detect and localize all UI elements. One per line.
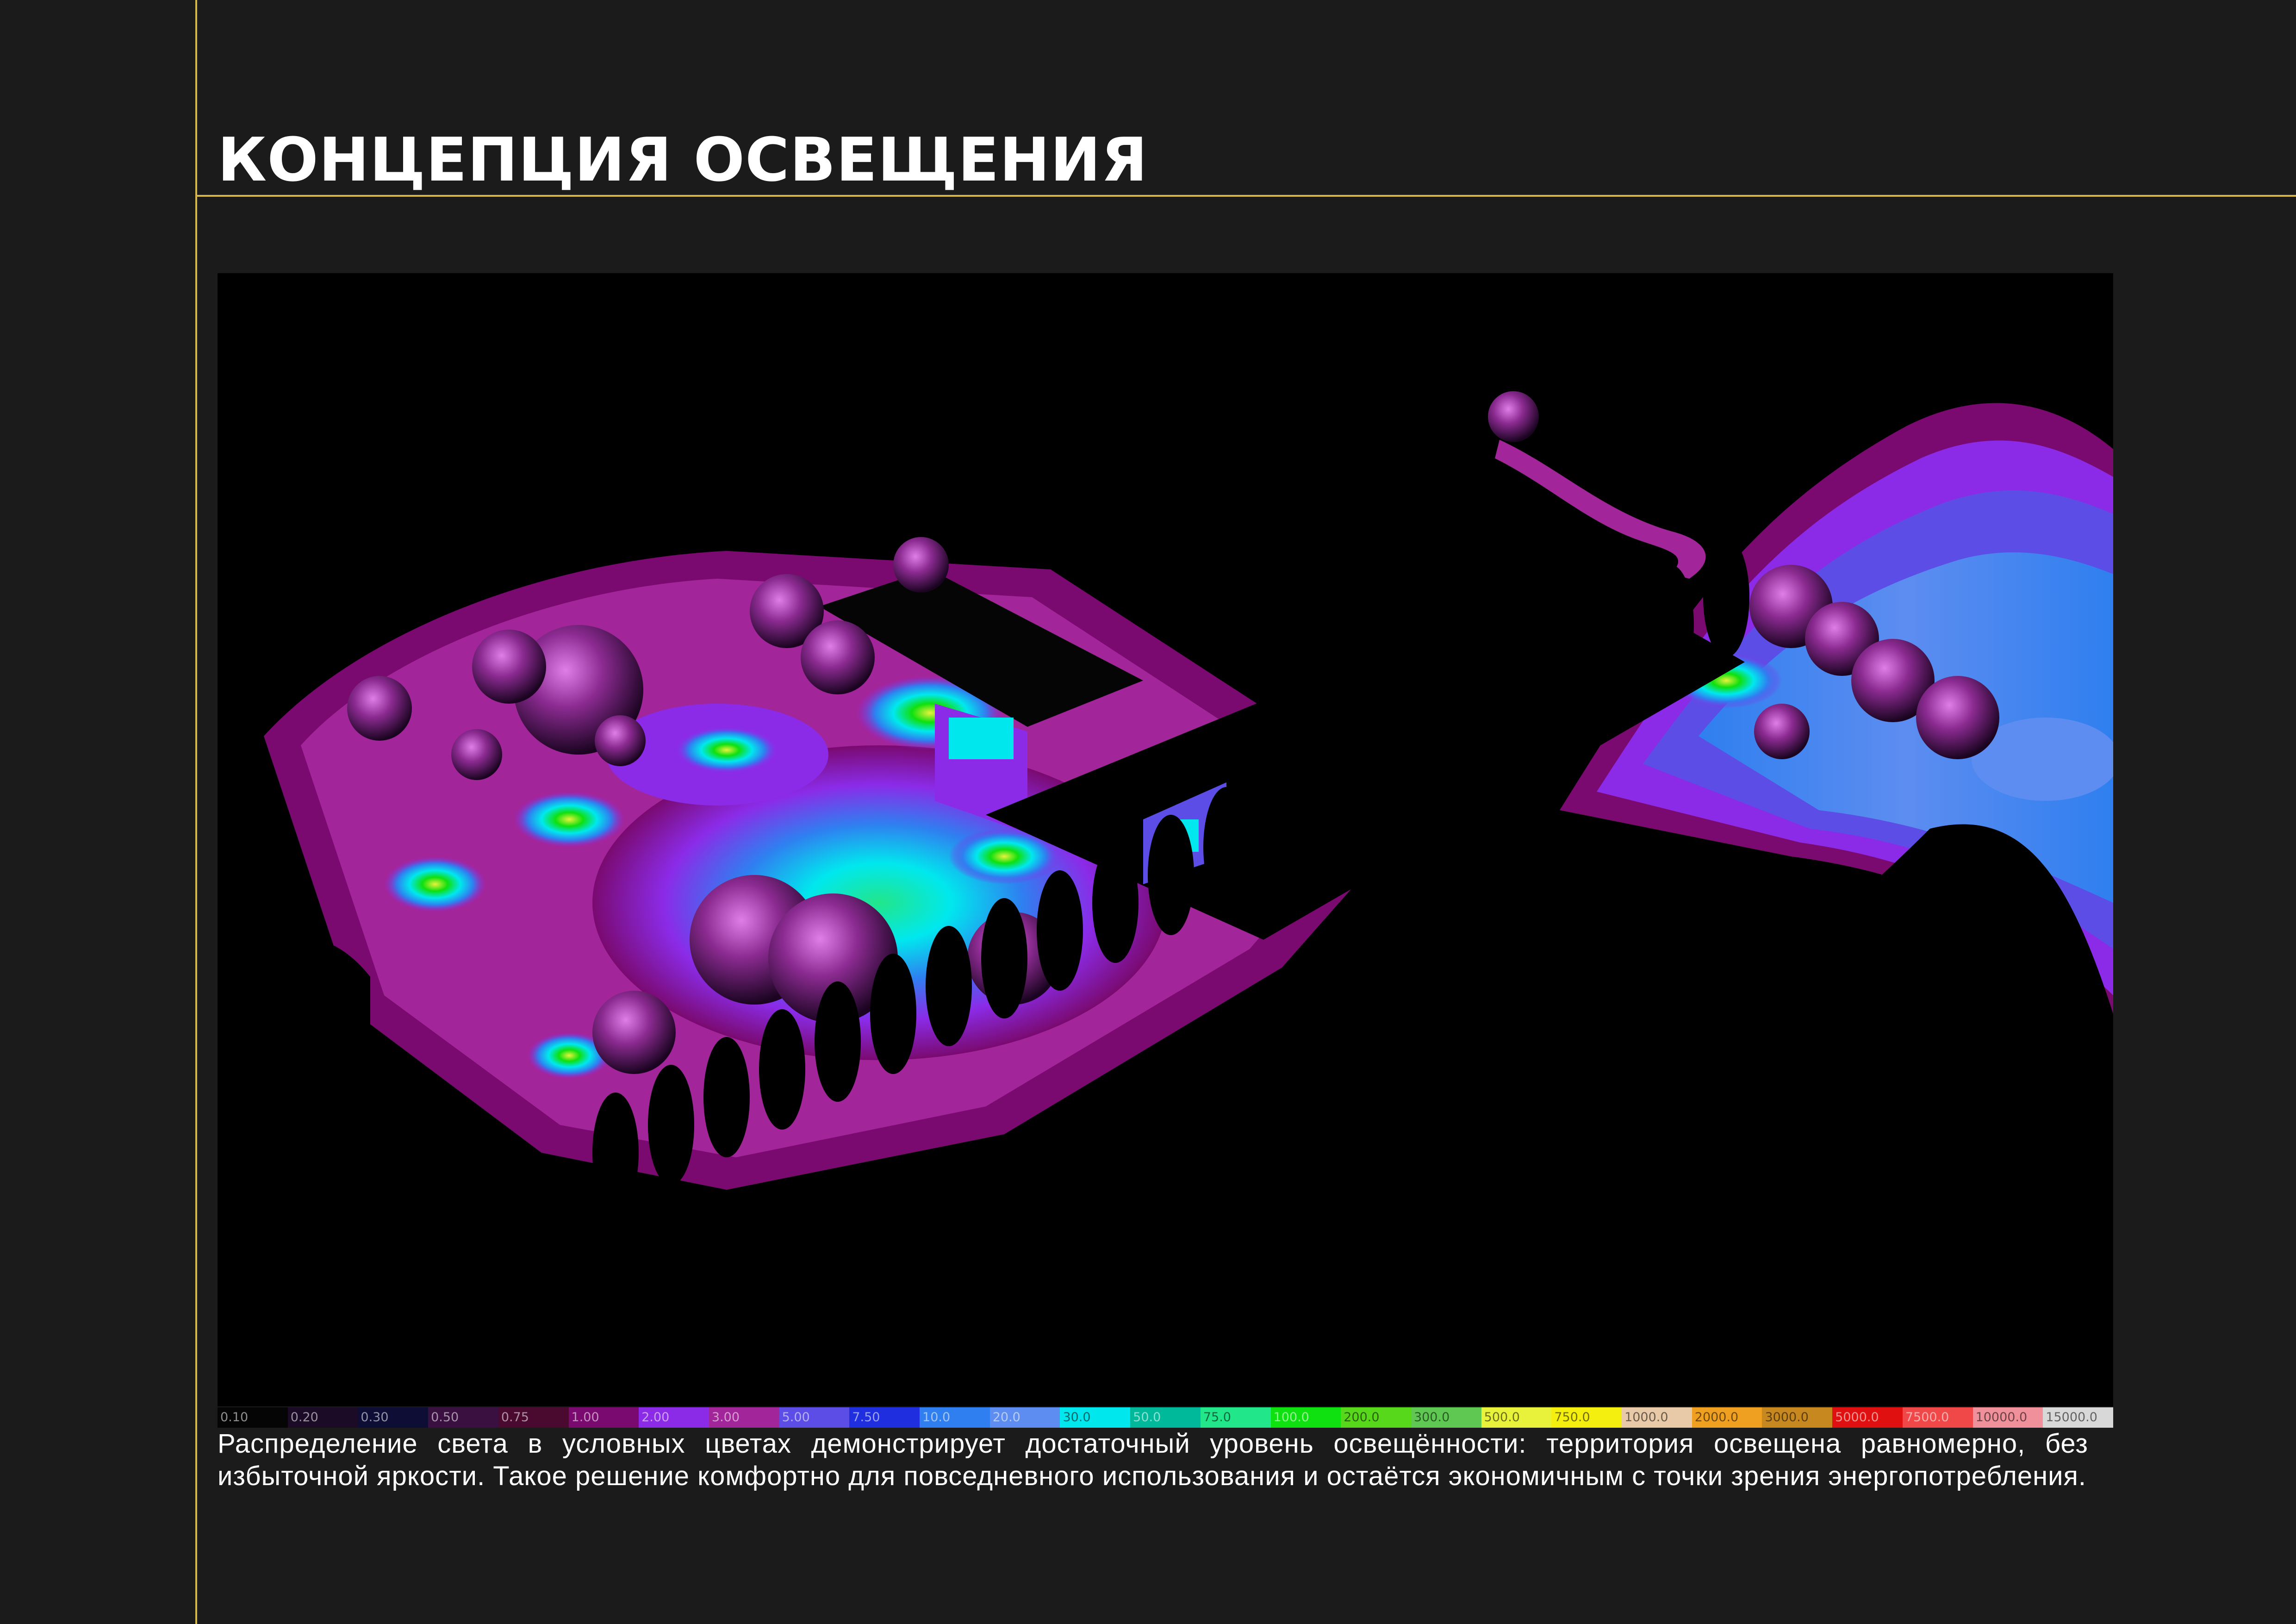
legend-swatch: 0.50 <box>428 1407 498 1428</box>
legend-label: 5000.0 <box>1835 1410 1879 1424</box>
legend-label: 200.0 <box>1344 1410 1380 1424</box>
illuminance-color-scale: 0.10 0.20 0.30 0.50 0.75 1.00 2.00 3.00 5.00 7.50… <box>218 1407 2113 1428</box>
legend-swatch: 7500.0 <box>1902 1407 1973 1428</box>
legend-label: 300.0 <box>1413 1410 1450 1424</box>
legend-label: 15000.0 <box>2046 1410 2097 1424</box>
legend-swatch: 0.30 <box>358 1407 429 1428</box>
vertical-accent-line <box>195 0 197 1624</box>
legend-label: 50.0 <box>1133 1410 1161 1424</box>
legend-label: 2000.0 <box>1694 1410 1739 1424</box>
legend-swatch: 1.00 <box>568 1407 639 1428</box>
legend-label: 3.00 <box>711 1410 740 1424</box>
legend-label: 20.0 <box>992 1410 1020 1424</box>
legend-swatch: 5000.0 <box>1832 1407 1903 1428</box>
legend-swatch: 300.0 <box>1411 1407 1481 1428</box>
caption-text: Распределение света в условных цветах де… <box>218 1429 2088 1491</box>
legend-swatch: 20.0 <box>989 1407 1060 1428</box>
legend-label: 0.10 <box>220 1410 249 1424</box>
legend-swatch: 1000.0 <box>1622 1407 1692 1428</box>
legend-label: 0.50 <box>431 1410 459 1424</box>
legend-label: 0.30 <box>361 1410 389 1424</box>
legend-label: 750.0 <box>1554 1410 1590 1424</box>
legend-swatch: 2000.0 <box>1692 1407 1762 1428</box>
legend-swatch: 750.0 <box>1551 1407 1622 1428</box>
legend-swatch: 3.00 <box>709 1407 779 1428</box>
horizontal-accent-line <box>195 195 2296 197</box>
illuminance-render-image <box>218 273 2113 1406</box>
legend-swatch: 15000.0 <box>2043 1407 2113 1428</box>
legend-label: 0.20 <box>290 1410 318 1424</box>
legend-label: 500.0 <box>1484 1410 1520 1424</box>
legend-label: 7500.0 <box>1905 1410 1949 1424</box>
legend-swatch: 100.0 <box>1270 1407 1341 1428</box>
legend-label: 1000.0 <box>1624 1410 1668 1424</box>
legend-label: 30.0 <box>1063 1410 1091 1424</box>
legend-swatch: 75.0 <box>1200 1407 1271 1428</box>
legend-swatch: 10000.0 <box>1972 1407 2043 1428</box>
legend-label: 10.0 <box>922 1410 951 1424</box>
legend-swatch: 5.00 <box>779 1407 850 1428</box>
false-color-lighting-render <box>218 391 2113 1406</box>
legend-swatch: 10.0 <box>920 1407 990 1428</box>
legend-swatch: 500.0 <box>1481 1407 1552 1428</box>
legend-label: 100.0 <box>1273 1410 1309 1424</box>
legend-swatch: 200.0 <box>1341 1407 1411 1428</box>
legend-label: 7.50 <box>852 1410 880 1424</box>
legend-label: 5.00 <box>782 1410 810 1424</box>
legend-swatch: 7.50 <box>849 1407 920 1428</box>
legend-swatch: 0.10 <box>218 1407 288 1428</box>
legend-label: 3000.0 <box>1765 1410 1809 1424</box>
foreground-dark-hill <box>1236 824 2113 1406</box>
legend-label: 75.0 <box>1203 1410 1231 1424</box>
legend-label: 10000.0 <box>1975 1410 2028 1424</box>
legend-swatch: 3000.0 <box>1762 1407 1833 1428</box>
winding-path <box>1495 440 1706 579</box>
legend-label: 1.00 <box>571 1410 599 1424</box>
legend-swatch: 2.00 <box>639 1407 709 1428</box>
legend-swatch: 30.0 <box>1060 1407 1131 1428</box>
legend-label: 0.75 <box>501 1410 529 1424</box>
legend-swatch: 50.0 <box>1130 1407 1201 1428</box>
legend-swatch: 0.20 <box>287 1407 358 1428</box>
legend-swatch: 0.75 <box>498 1407 569 1428</box>
page-title: КОНЦЕПЦИЯ ОСВЕЩЕНИЯ <box>218 125 1148 195</box>
legend-label: 2.00 <box>641 1410 670 1424</box>
